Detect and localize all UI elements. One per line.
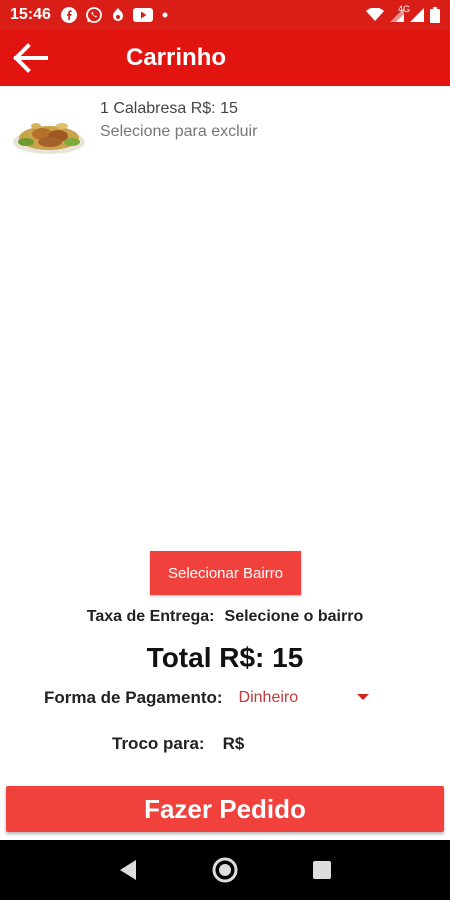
square-recents-icon <box>312 861 331 879</box>
arrow-left-icon <box>13 43 48 73</box>
cart-item[interactable]: 1 Calabresa R$: 15 Selecione para exclui… <box>0 92 450 162</box>
change-input[interactable] <box>222 734 313 754</box>
facebook-icon <box>60 7 77 23</box>
dropdown-arrow-icon <box>356 694 369 700</box>
battery-icon <box>430 7 440 23</box>
notification-icons <box>60 6 169 24</box>
cart-item-name: 1 Calabresa R$: 15 <box>100 100 238 117</box>
page-title: Carrinho <box>126 44 227 71</box>
nav-back-button[interactable] <box>108 850 148 890</box>
select-bairro-button[interactable]: Selecionar Bairro <box>150 551 301 595</box>
payment-label: Forma de Pagamento: <box>44 688 223 707</box>
status-time: 15:46 <box>10 6 51 23</box>
triangle-back-icon <box>120 860 137 880</box>
status-bar: 15:46 4G <box>0 0 450 30</box>
cart-item-hint: Selecione para excluir <box>100 123 258 140</box>
signal-4g-icon: 4G <box>398 4 424 22</box>
dot-icon <box>161 11 169 19</box>
navigation-bar <box>0 840 450 900</box>
place-order-button[interactable]: Fazer Pedido <box>6 786 444 832</box>
total-row: Total R$: 15 <box>0 642 450 674</box>
change-row: Troco para: <box>112 733 313 755</box>
change-label: Troco para: <box>112 734 205 753</box>
app-bar: Carrinho <box>0 30 450 86</box>
circle-home-icon <box>212 857 238 883</box>
whatsapp-icon <box>85 6 103 24</box>
total-label: Total R$: <box>146 642 265 673</box>
back-button[interactable] <box>0 30 60 86</box>
nav-recents-button[interactable] <box>302 850 342 890</box>
network-label: 4G <box>398 4 411 14</box>
pizza-icon <box>13 123 85 154</box>
delivery-fee-row: Taxa de Entrega: Selecione o bairro <box>0 608 450 626</box>
system-icons: 4G <box>366 4 440 23</box>
nav-home-button[interactable] <box>205 850 245 890</box>
total-value: 15 <box>272 642 304 673</box>
delivery-fee-value: Selecione o bairro <box>224 608 364 625</box>
delivery-fee-label: Taxa de Entrega: <box>86 608 215 625</box>
payment-selected-value: Dinheiro <box>238 689 299 706</box>
payment-row: Forma de Pagamento: Dinheiro <box>44 686 394 710</box>
payment-select[interactable]: Dinheiro <box>239 686 369 710</box>
wifi-icon <box>366 8 384 22</box>
youtube-icon <box>132 8 153 22</box>
pin-icon <box>111 7 125 23</box>
